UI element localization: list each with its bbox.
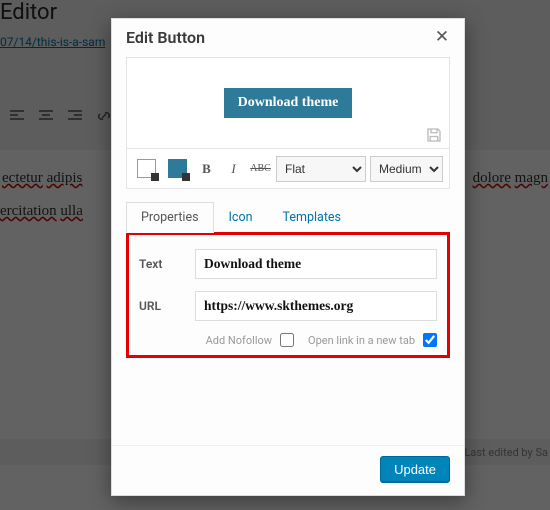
tab-properties[interactable]: Properties xyxy=(126,202,214,233)
close-icon[interactable]: ✕ xyxy=(432,27,452,47)
url-label: URL xyxy=(139,299,195,313)
italic-button[interactable]: I xyxy=(222,157,245,181)
size-select[interactable]: Medium xyxy=(370,156,443,182)
tab-templates[interactable]: Templates xyxy=(268,202,356,233)
save-icon[interactable] xyxy=(425,126,443,144)
background-color-swatch[interactable] xyxy=(137,159,156,178)
edit-button-modal: Edit Button ✕ Download theme B I ABC xyxy=(111,18,465,496)
text-input[interactable] xyxy=(195,249,437,279)
tabs: Properties Icon Templates xyxy=(126,201,450,233)
update-button[interactable]: Update xyxy=(380,456,450,483)
text-label: Text xyxy=(139,257,195,271)
nofollow-label: Add Nofollow xyxy=(206,334,272,347)
bold-button[interactable]: B xyxy=(195,157,218,181)
tab-icon[interactable]: Icon xyxy=(214,202,268,233)
style-select[interactable]: Flat xyxy=(276,156,366,182)
strikethrough-button[interactable]: ABC xyxy=(249,157,272,181)
url-input[interactable] xyxy=(195,291,437,321)
style-toolbar: B I ABC Flat Medium xyxy=(126,149,450,189)
preview-button: Download theme xyxy=(224,88,353,118)
newtab-checkbox[interactable] xyxy=(423,333,437,347)
newtab-label: Open link in a new tab xyxy=(308,334,415,347)
modal-title: Edit Button xyxy=(126,28,205,47)
button-preview: Download theme xyxy=(126,57,450,149)
nofollow-checkbox[interactable] xyxy=(280,333,294,347)
text-color-swatch[interactable] xyxy=(168,159,187,178)
properties-panel: Text URL Add Nofollow Open link in a new… xyxy=(126,232,450,358)
